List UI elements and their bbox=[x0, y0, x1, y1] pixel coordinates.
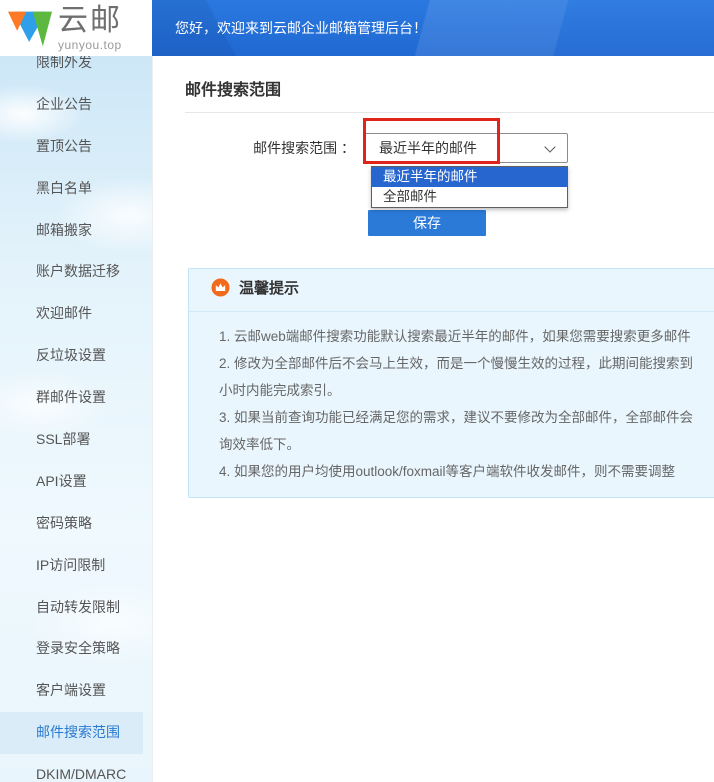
sidebar-item-label: API设置 bbox=[36, 473, 87, 489]
sidebar-item[interactable]: 登录安全策略 bbox=[0, 628, 143, 670]
sidebar-item-label: DKIM/DMARC bbox=[36, 766, 126, 782]
main-content: 邮件搜索范围 邮件搜索范围 ： 最近半年的邮件 保存 最近半年的邮件全部邮件 温… bbox=[152, 56, 714, 782]
sidebar-item-label: SSL部署 bbox=[36, 431, 90, 447]
sidebar-item[interactable]: 账户数据迁移 bbox=[0, 251, 143, 293]
greeting-text: 您好，欢迎来到云邮企业邮箱管理后台！ bbox=[175, 0, 427, 56]
sidebar-item-label: 企业公告 bbox=[36, 96, 92, 112]
sidebar-item-label: 黑白名单 bbox=[36, 180, 92, 196]
sidebar-item-label: 欢迎邮件 bbox=[36, 305, 92, 321]
sidebar-item-label: 登录安全策略 bbox=[36, 640, 120, 656]
tips-body: 1. 云邮web端邮件搜索功能默认搜索最近半年的邮件，如果您需要搜索更多邮件2.… bbox=[219, 323, 693, 485]
sidebar-item[interactable]: API设置 bbox=[0, 461, 143, 503]
select-option[interactable]: 最近半年的邮件 bbox=[372, 167, 567, 187]
sidebar-item-label: 账户数据迁移 bbox=[36, 263, 120, 279]
search-scope-label: 邮件搜索范围 ： bbox=[152, 140, 355, 156]
tip-line: 4. 如果您的用户均使用outlook/foxmail等客户端软件收发邮件，则不… bbox=[219, 458, 693, 485]
sidebar-item-label: 群邮件设置 bbox=[36, 389, 106, 405]
save-button[interactable]: 保存 bbox=[368, 210, 486, 236]
sidebar-list: 限制外发 企业公告 置顶公告 黑白名单 邮箱搬家 账户数据迁移 欢迎邮件 反垃圾… bbox=[0, 56, 152, 782]
sidebar-item[interactable]: 邮件搜索范围 bbox=[0, 712, 143, 754]
sidebar-item[interactable]: 限制外发 bbox=[0, 56, 143, 84]
sidebar-item-label: 置顶公告 bbox=[36, 138, 92, 154]
tips-panel: 温馨提示 1. 云邮web端邮件搜索功能默认搜索最近半年的邮件，如果您需要搜索更… bbox=[188, 268, 714, 498]
chevron-down-icon bbox=[544, 141, 555, 152]
tip-line: 2. 修改为全部邮件后不会马上生效，而是一个慢慢生效的过程，此期间能搜索到 bbox=[219, 350, 693, 377]
sidebar-item-label: 限制外发 bbox=[36, 56, 92, 70]
sidebar-item-label: 客户端设置 bbox=[36, 682, 106, 698]
tips-divider bbox=[189, 311, 714, 312]
top-bar: 您好，欢迎来到云邮企业邮箱管理后台！ bbox=[152, 0, 714, 56]
tips-title: 温馨提示 bbox=[239, 279, 299, 298]
sidebar-item-label: 自动转发限制 bbox=[36, 599, 120, 615]
sidebar-item[interactable]: 邮箱搬家 bbox=[0, 210, 143, 252]
sidebar-item-label: 邮箱搬家 bbox=[36, 222, 92, 238]
tip-line: 询效率低下。 bbox=[219, 431, 693, 458]
sidebar-item[interactable]: 黑白名单 bbox=[0, 168, 143, 210]
tip-line: 1. 云邮web端邮件搜索功能默认搜索最近半年的邮件，如果您需要搜索更多邮件 bbox=[219, 323, 693, 350]
sidebar-item[interactable]: 企业公告 bbox=[0, 84, 143, 126]
sidebar-item[interactable]: DKIM/DMARC bbox=[0, 754, 143, 782]
sidebar-item[interactable]: 密码策略 bbox=[0, 503, 143, 545]
sidebar-item[interactable]: 反垃圾设置 bbox=[0, 335, 143, 377]
brand-logo[interactable]: 云邮 yunyou.top bbox=[0, 0, 152, 56]
tips-crown-icon bbox=[211, 278, 230, 302]
brand-mark-icon bbox=[8, 8, 52, 55]
title-divider bbox=[185, 112, 714, 113]
brand-domain: yunyou.top bbox=[58, 38, 122, 52]
select-dropdown-list: 最近半年的邮件全部邮件 bbox=[371, 166, 568, 208]
sidebar-item[interactable]: 置顶公告 bbox=[0, 126, 143, 168]
sidebar-item[interactable]: 群邮件设置 bbox=[0, 377, 143, 419]
sidebar-item[interactable]: SSL部署 bbox=[0, 419, 143, 461]
tip-line: 小时内能完成索引。 bbox=[219, 377, 693, 404]
sidebar-item[interactable]: IP访问限制 bbox=[0, 545, 143, 587]
sidebar-item[interactable]: 欢迎邮件 bbox=[0, 293, 143, 335]
tip-line: 3. 如果当前查询功能已经满足您的需求，建议不要修改为全部邮件，全部邮件会 bbox=[219, 404, 693, 431]
sidebar-item-label: 密码策略 bbox=[36, 515, 92, 531]
select-value: 最近半年的邮件 bbox=[379, 134, 477, 162]
search-scope-select[interactable]: 最近半年的邮件 bbox=[364, 133, 568, 163]
page-title: 邮件搜索范围 bbox=[185, 76, 281, 100]
brand-name: 云邮 bbox=[58, 4, 122, 38]
select-option[interactable]: 全部邮件 bbox=[372, 187, 567, 207]
sidebar-item-label: 邮件搜索范围 bbox=[36, 724, 120, 740]
sidebar-item[interactable]: 客户端设置 bbox=[0, 670, 143, 712]
sidebar-nav: 限制外发 企业公告 置顶公告 黑白名单 邮箱搬家 账户数据迁移 欢迎邮件 反垃圾… bbox=[0, 56, 152, 782]
sidebar-item[interactable]: 自动转发限制 bbox=[0, 587, 143, 629]
sidebar-item-label: IP访问限制 bbox=[36, 557, 105, 573]
sidebar-item-label: 反垃圾设置 bbox=[36, 347, 106, 363]
